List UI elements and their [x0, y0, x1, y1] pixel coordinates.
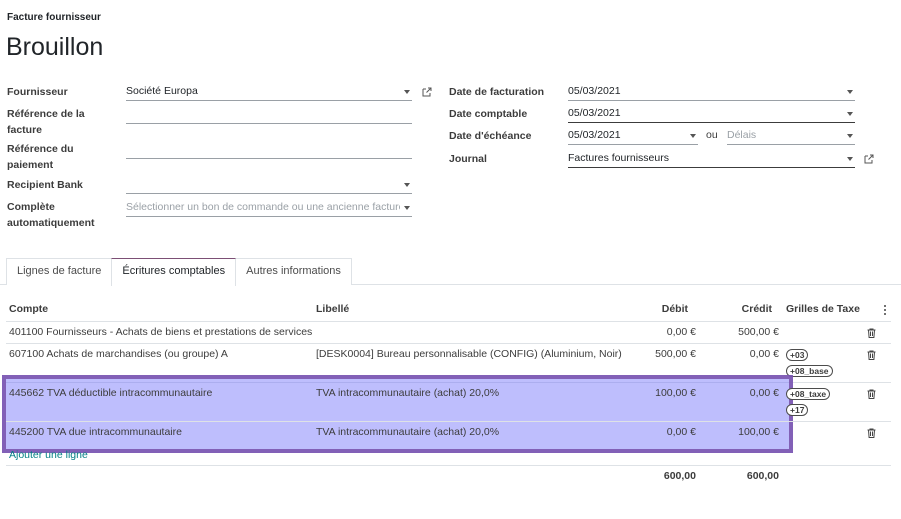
ref-paiement-label: Référence du paiement — [7, 141, 74, 173]
notebook-tabs: Lignes de facture Écritures comptables A… — [6, 258, 352, 286]
table-divider — [6, 465, 891, 466]
ref-facture-input[interactable] — [126, 106, 412, 124]
complete-label: Complète automatiquement — [7, 199, 95, 231]
journal-label: Journal — [449, 153, 487, 165]
ref-facture-label: Référence de la facture — [7, 106, 85, 138]
journal-value: Factures fournisseurs — [568, 152, 669, 164]
add-line-link[interactable]: Ajouter une ligne — [9, 449, 88, 461]
date-facturation-field[interactable]: 05/03/2021 — [568, 83, 855, 101]
row-debit[interactable]: 100,00 € — [620, 387, 696, 399]
form-subtitle: Facture fournisseur — [7, 12, 101, 23]
column-header-debit[interactable]: Débit — [620, 303, 688, 315]
recipient-bank-field[interactable] — [126, 176, 412, 194]
row-libelle[interactable]: [DESK0004] Bureau personnalisable (CONFI… — [316, 348, 622, 360]
tax-tag[interactable]: +17 — [786, 404, 809, 416]
trash-icon[interactable] — [867, 350, 876, 360]
date-comptable-label: Date comptable — [449, 108, 528, 120]
trash-icon[interactable] — [867, 428, 876, 438]
fournisseur-field[interactable]: Société Europa — [126, 83, 412, 101]
complete-field[interactable]: Sélectionner un bon de commande ou une a… — [126, 199, 412, 217]
chevron-down-icon — [847, 112, 853, 116]
chevron-down-icon — [847, 90, 853, 94]
page-title: Brouillon — [6, 33, 104, 61]
column-header-credit[interactable]: Crédit — [704, 303, 772, 315]
table-divider — [6, 421, 891, 422]
date-facturation-label: Date de facturation — [449, 86, 545, 98]
date-comptable-value: 05/03/2021 — [568, 107, 621, 119]
row-compte[interactable]: 401100 Fournisseurs - Achats de biens et… — [9, 326, 312, 338]
date-echeance-value: 05/03/2021 — [568, 129, 621, 141]
delais-placeholder: Délais — [727, 129, 757, 141]
tab-autres-informations[interactable]: Autres informations — [235, 258, 352, 285]
ref-facture-label-line2: facture — [7, 124, 43, 136]
complete-placeholder: Sélectionner un bon de commande ou une a… — [126, 201, 400, 213]
tax-tag[interactable]: +03 — [786, 349, 809, 361]
recipient-bank-label: Recipient Bank — [7, 179, 83, 191]
chevron-down-icon — [847, 134, 853, 138]
trash-icon[interactable] — [867, 389, 876, 399]
date-facturation-value: 05/03/2021 — [568, 85, 621, 97]
tab-ecritures-comptables[interactable]: Écritures comptables — [111, 258, 237, 286]
row-libelle[interactable]: TVA intracommunautaire (achat) 20,0% — [316, 387, 499, 399]
row-credit[interactable]: 0,00 € — [704, 348, 779, 360]
total-credit: 600,00 — [746, 470, 779, 482]
delais-field[interactable]: Délais — [727, 127, 855, 145]
row-credit[interactable]: 500,00 € — [704, 326, 779, 338]
date-comptable-field[interactable]: 05/03/2021 — [568, 105, 855, 123]
table-divider — [6, 343, 891, 344]
row-debit[interactable]: 500,00 € — [620, 348, 696, 360]
row-compte[interactable]: 445662 TVA déductible intracommunautaire — [9, 387, 212, 399]
row-debit[interactable]: 0,00 € — [620, 426, 696, 438]
column-header-compte[interactable]: Compte — [9, 303, 48, 315]
external-link-icon[interactable] — [864, 154, 874, 164]
column-header-libelle[interactable]: Libellé — [316, 303, 349, 315]
tab-lignes-de-facture[interactable]: Lignes de facture — [6, 258, 113, 285]
row-libelle[interactable]: TVA intracommunautaire (achat) 20,0% — [316, 426, 499, 438]
journal-field[interactable]: Factures fournisseurs — [568, 150, 855, 168]
date-echeance-field[interactable]: 05/03/2021 — [568, 127, 698, 145]
complete-label-line2: automatiquement — [7, 217, 95, 229]
ref-paiement-input[interactable] — [126, 141, 412, 159]
chevron-down-icon — [690, 134, 696, 138]
tax-tag[interactable]: +08_taxe — [786, 388, 831, 400]
row-credit[interactable]: 100,00 € — [704, 426, 779, 438]
complete-label-line1: Complète — [7, 201, 55, 213]
chevron-down-icon — [847, 157, 853, 161]
date-echeance-label: Date d'échéance — [449, 130, 532, 142]
total-debit: 600,00 — [663, 470, 696, 482]
fournisseur-value: Société Europa — [126, 85, 198, 97]
column-header-grilles[interactable]: Grilles de Taxe — [786, 303, 860, 315]
table-divider — [6, 321, 891, 322]
ref-facture-label-line1: Référence de la — [7, 108, 85, 120]
chevron-down-icon — [404, 183, 410, 187]
ref-paiement-label-line1: Référence du — [7, 143, 74, 155]
row-compte[interactable]: 445200 TVA due intracommunautaire — [9, 426, 182, 438]
chevron-down-icon — [404, 206, 410, 210]
fournisseur-label: Fournisseur — [7, 86, 68, 98]
row-credit[interactable]: 0,00 € — [704, 387, 779, 399]
row-compte[interactable]: 607100 Achats de marchandises (ou groupe… — [9, 348, 228, 360]
trash-icon[interactable] — [867, 328, 876, 338]
ou-label: ou — [706, 129, 718, 141]
external-link-icon[interactable] — [422, 87, 432, 97]
optional-columns-icon[interactable] — [883, 304, 887, 316]
chevron-down-icon — [404, 90, 410, 94]
ref-paiement-label-line2: paiement — [7, 159, 54, 171]
row-debit[interactable]: 0,00 € — [620, 326, 696, 338]
